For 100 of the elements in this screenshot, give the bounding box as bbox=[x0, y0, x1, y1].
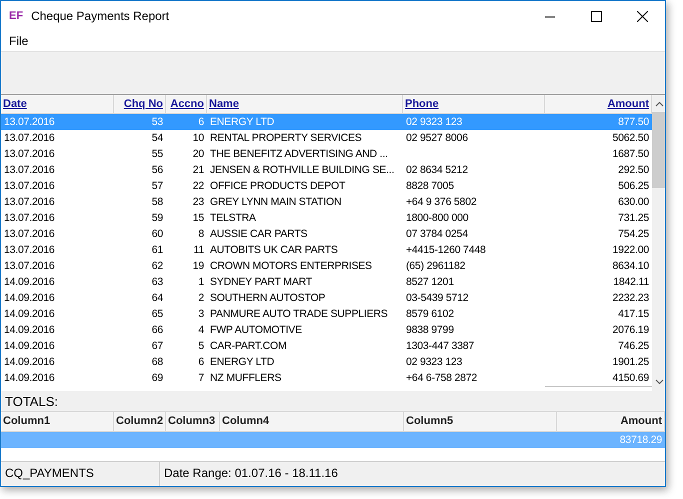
table-cell-text: 1 bbox=[197, 275, 205, 290]
table-cell-text: OFFICE PRODUCTS DEPOT bbox=[209, 179, 346, 194]
table-cell-text: CROWN MOTORS ENTERPRISES bbox=[209, 259, 373, 274]
table-cell-text: 19 bbox=[192, 259, 205, 274]
table-cell-text: 13.07.2016 bbox=[3, 115, 56, 130]
table-cell-text: SOUTHERN AUTOSTOP bbox=[209, 291, 326, 306]
column-header[interactable]: Accno bbox=[166, 95, 207, 113]
table-row[interactable]: 14.09.2016 66 4 FWP AUTOMOTIVE 9838 9799 2076.19 bbox=[1, 322, 652, 338]
table-cell-text: +4415-1260 7448 bbox=[405, 243, 487, 258]
table-cell-text: 58 bbox=[150, 195, 164, 210]
table-row[interactable]: 13.07.2016 60 8 AUSSIE CAR PARTS 07 3784 0254 754.25 bbox=[1, 226, 652, 242]
scroll-down-icon[interactable] bbox=[655, 379, 664, 385]
table-cell-text: 61 bbox=[150, 243, 164, 258]
table-cell-text: 14.09.2016 bbox=[3, 291, 56, 306]
column-header[interactable]: Chq No bbox=[114, 95, 166, 113]
maximize-icon bbox=[590, 10, 602, 22]
status-text: Date Range: 01.07.16 - 18.11.16 bbox=[163, 465, 339, 482]
table-cell-text: 11 bbox=[192, 243, 205, 258]
table-cell-text: 14.09.2016 bbox=[3, 323, 56, 338]
table-cell-text: 13.07.2016 bbox=[3, 163, 56, 178]
table-cell-text: 14.09.2016 bbox=[3, 339, 56, 354]
table-cell-text: 15 bbox=[192, 211, 205, 226]
table-row[interactable]: 13.07.2016 59 15 TELSTRA 1800-800 000 731.25 bbox=[1, 210, 652, 226]
scroll-up-icon[interactable] bbox=[655, 101, 664, 107]
table-cell-text: 21 bbox=[192, 163, 205, 178]
table-row[interactable]: 13.07.2016 55 20 THE BENEFITZ ADVERTISING AND ... 1687.50 bbox=[1, 146, 652, 162]
menu-item[interactable]: File bbox=[4, 34, 34, 48]
table-row[interactable]: 13.07.2016 58 23 GREY LYNN MAIN STATION +64 9 376 5802 630.00 bbox=[1, 194, 652, 210]
table-cell-text: JENSEN & ROTHVILLE BUILDING SE... bbox=[209, 163, 396, 178]
table-cell-text: 68 bbox=[150, 355, 164, 370]
table-cell-text: CAR-PART.COM bbox=[209, 339, 288, 354]
table-cell-text: 8527 1201 bbox=[405, 275, 455, 290]
table-cell-text: 1800-800 000 bbox=[405, 211, 470, 226]
totals-label: TOTALS: bbox=[1, 391, 665, 411]
table-row[interactable]: 13.07.2016 61 11 AUTOBITS UK CAR PARTS +4415-1260 7448 1922.00 bbox=[1, 242, 652, 258]
table-row[interactable]: 14.09.2016 63 1 SYDNEY PART MART 8527 1201 1842.11 bbox=[1, 274, 652, 290]
table-cell-text: 07 3784 0254 bbox=[405, 227, 469, 242]
window-title: Cheque Payments Report bbox=[31, 9, 170, 23]
table-cell-text: 23 bbox=[192, 195, 205, 210]
table-cell-text: AUSSIE CAR PARTS bbox=[209, 227, 308, 242]
table-cell-text: 13.07.2016 bbox=[3, 243, 56, 258]
column-header[interactable]: Column3 bbox=[166, 412, 220, 431]
table-cell-text: 02 9527 8006 bbox=[405, 131, 469, 146]
table-cell-text: AUTOBITS UK CAR PARTS bbox=[209, 243, 339, 258]
table-cell-text: 02 9323 123 bbox=[405, 355, 464, 370]
table-cell-text: 6 bbox=[197, 115, 205, 130]
table-row[interactable]: 14.09.2016 64 2 SOUTHERN AUTOSTOP 03-5439 5712 2232.23 bbox=[1, 290, 652, 306]
column-header[interactable]: Column5 bbox=[404, 412, 557, 431]
table-cell-text: 63 bbox=[150, 275, 164, 290]
table-cell-text: (65) 2961182 bbox=[405, 259, 466, 274]
table-cell-text: GREY LYNN MAIN STATION bbox=[209, 195, 342, 210]
table-cell-text: 14.09.2016 bbox=[3, 355, 56, 370]
table-row[interactable]: 13.07.2016 62 19 CROWN MOTORS ENTERPRISES (65) 2961182 8634.10 bbox=[1, 258, 652, 274]
column-header[interactable]: Column1 bbox=[1, 412, 114, 431]
table-cell-text: ENERGY LTD bbox=[209, 355, 276, 370]
table-cell-text: 4 bbox=[197, 323, 205, 338]
column-header[interactable]: Amount bbox=[557, 412, 665, 431]
table-cell-text: 53 bbox=[150, 115, 164, 130]
table-cell-text: 56 bbox=[150, 163, 164, 178]
table-cell-text: 66 bbox=[150, 323, 164, 338]
table-row[interactable]: 13.07.2016 57 22 OFFICE PRODUCTS DEPOT 8828 7005 506.25 bbox=[1, 178, 652, 194]
table-row[interactable]: 13.07.2016 56 21 JENSEN & ROTHVILLE BUILDING SE... 02 8634 5212 292.50 bbox=[1, 162, 652, 178]
table-cell-text: SYDNEY PART MART bbox=[209, 275, 314, 290]
table-cell-text: 69 bbox=[150, 371, 164, 386]
column-header[interactable]: Phone bbox=[403, 95, 545, 113]
table-cell-text: 2 bbox=[197, 291, 205, 306]
table-cell-text: 13.07.2016 bbox=[3, 211, 56, 226]
table-cell-text: 02 8634 5212 bbox=[405, 163, 469, 178]
table-cell-text: 13.07.2016 bbox=[3, 147, 56, 162]
table-row[interactable]: 14.09.2016 67 5 CAR-PART.COM 1303-447 3387 746.25 bbox=[1, 338, 652, 354]
scrollbar[interactable] bbox=[652, 95, 665, 391]
table-cell-text: 14.09.2016 bbox=[3, 275, 56, 290]
table-cell-text: +64 6-758 2872 bbox=[405, 371, 478, 386]
table-cell-text: 03-5439 5712 bbox=[405, 291, 470, 306]
column-header[interactable]: Name bbox=[207, 95, 403, 113]
table-cell-text: NZ MUFFLERS bbox=[209, 371, 282, 386]
column-header[interactable]: Date bbox=[1, 95, 114, 113]
table-cell-text: 13.07.2016 bbox=[3, 179, 56, 194]
table-cell-text: TELSTRA bbox=[209, 211, 257, 226]
column-header[interactable]: Column4 bbox=[220, 412, 404, 431]
app-logo: EF bbox=[9, 10, 24, 22]
table-cell-text: 13.07.2016 bbox=[3, 131, 56, 146]
table-cell-text: 9838 9799 bbox=[405, 323, 455, 338]
table-cell-text: +64 9 376 5802 bbox=[405, 195, 478, 210]
table-row[interactable]: 14.09.2016 69 7 NZ MUFFLERS +64 6-758 2872 4150.69 bbox=[1, 370, 652, 386]
table-row[interactable]: 14.09.2016 68 6 ENERGY LTD 02 9323 123 1901.25 bbox=[1, 354, 652, 370]
scroll-thumb[interactable] bbox=[652, 112, 665, 188]
table-cell-text: 14.09.2016 bbox=[3, 371, 56, 386]
status-text: CQ_PAYMENTS bbox=[1, 462, 160, 486]
table-cell-text: 22 bbox=[192, 179, 205, 194]
table-cell-text: FWP AUTOMOTIVE bbox=[209, 323, 303, 338]
table-row[interactable]: 14.09.2016 65 3 PANMURE AUTO TRADE SUPPLIERS 8579 6102 417.15 bbox=[1, 306, 652, 322]
table-cell-text: 60 bbox=[150, 227, 164, 242]
table-row[interactable]: 13.07.2016 54 10 RENTAL PROPERTY SERVICES 02 9527 8006 5062.50 bbox=[1, 130, 652, 146]
table-cell-text: 55 bbox=[150, 147, 164, 162]
column-header[interactable]: Column2 bbox=[114, 412, 166, 431]
table-cell-text: 6 bbox=[197, 355, 205, 370]
table-cell-text: 13.07.2016 bbox=[3, 195, 56, 210]
close-icon bbox=[636, 10, 648, 22]
table-cell-text: 20 bbox=[192, 147, 205, 162]
